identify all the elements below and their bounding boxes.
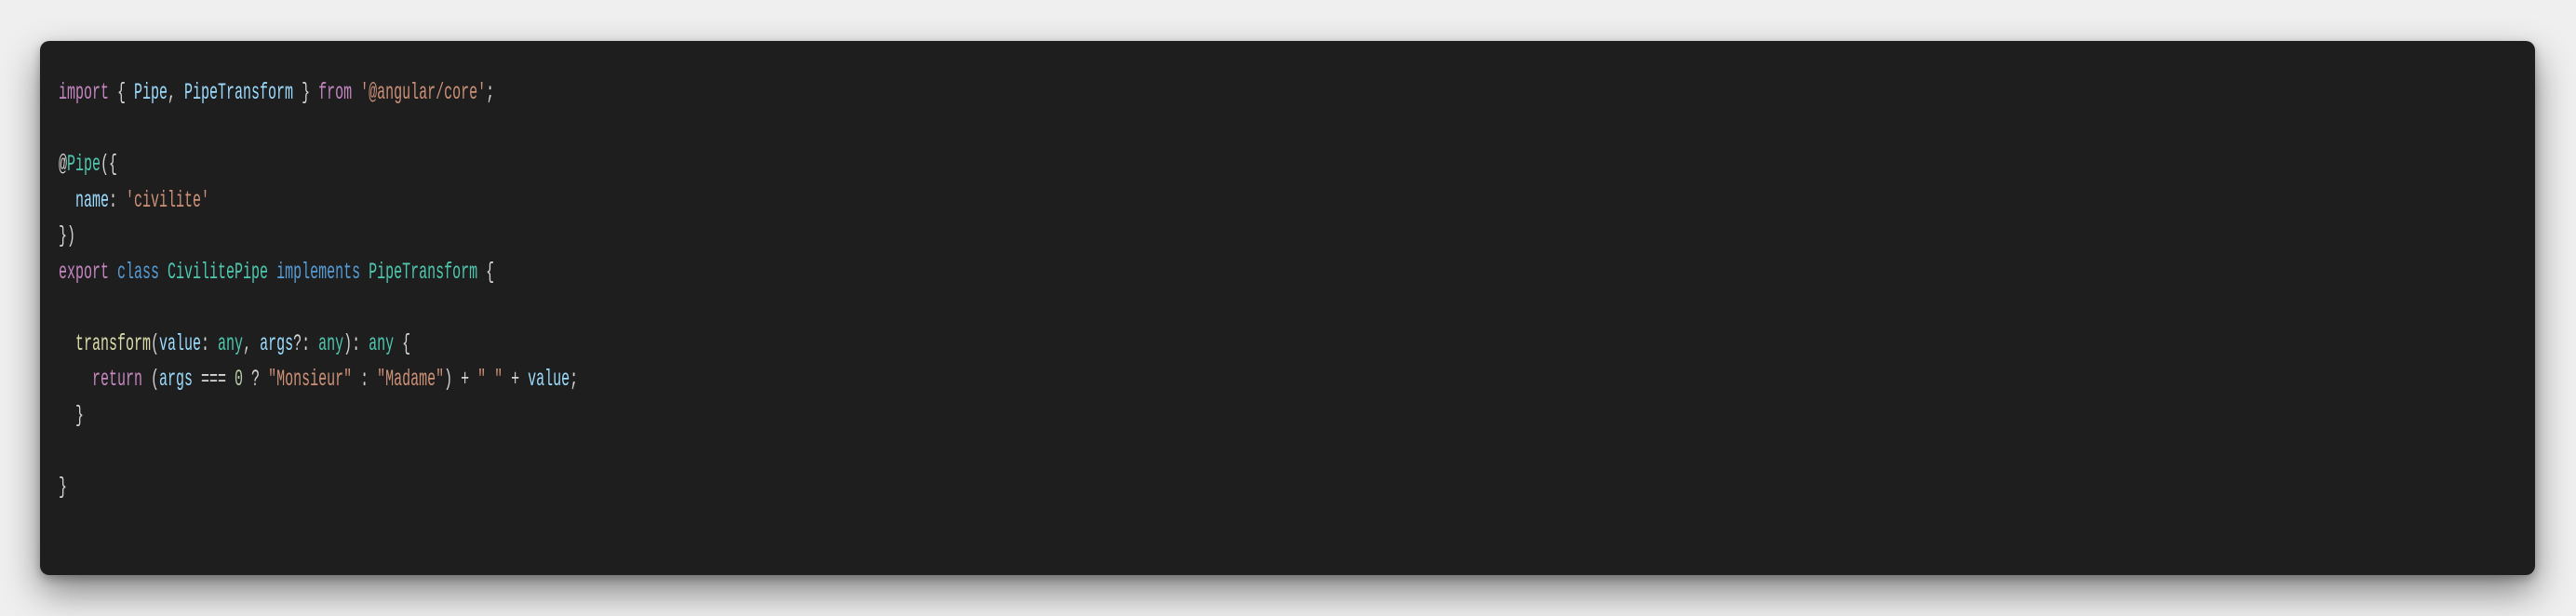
code-token-str: "Madame" xyxy=(377,366,445,393)
code-token-cls: any xyxy=(218,329,244,357)
code-line: return (args === 0 ? "Monsieur" : "Madam… xyxy=(59,362,578,398)
code-block: import { Pipe, PipeTransform } from '@an… xyxy=(40,41,2535,575)
code-token-id: PipeTransform xyxy=(184,79,294,106)
code-token-brace: + xyxy=(503,366,529,393)
code-token-brace: ; xyxy=(570,366,579,393)
code-token-str: "Monsieur" xyxy=(268,366,353,393)
code-token-brace xyxy=(352,79,360,106)
code-token-brace: { xyxy=(394,329,411,357)
code-token-brace: , xyxy=(168,79,185,106)
code-token-brace xyxy=(59,187,75,214)
code-line: transform(value: any, args?: any): any { xyxy=(59,327,578,363)
code-token-cls: any xyxy=(369,329,395,357)
code-token-brace: ) + xyxy=(444,366,478,393)
code-token-brace: ; xyxy=(486,79,495,106)
code-token-brace: ( xyxy=(142,366,160,393)
code-token-kw: return xyxy=(92,366,143,393)
code-line: import { Pipe, PipeTransform } from '@an… xyxy=(59,75,578,112)
code-token-brace xyxy=(109,259,117,286)
code-token-brace: ): xyxy=(343,329,369,357)
code-token-brace: @ xyxy=(59,151,68,178)
code-token-cls: PipeTransform xyxy=(369,258,478,286)
code-line: @Pipe({ xyxy=(59,147,578,183)
code-line: name: 'civilite' xyxy=(59,183,578,220)
code-token-brace: ( xyxy=(151,329,160,357)
code-token-cls: CivilitePipe xyxy=(168,258,269,286)
code-line: export class CivilitePipe implements Pip… xyxy=(59,255,578,291)
code-token-kw: export xyxy=(59,258,110,286)
code-token-brace: ({ xyxy=(101,151,118,178)
code-token-kw2: class xyxy=(117,258,160,286)
code-token-brace xyxy=(268,259,276,286)
code-token-brace: ? xyxy=(243,366,269,393)
code-token-str: '@angular/core' xyxy=(360,79,487,106)
code-token-str: 'civilite' xyxy=(126,186,210,214)
code-token-brace xyxy=(59,330,75,357)
code-token-cls: any xyxy=(318,329,344,357)
code-token-brace xyxy=(59,366,92,393)
code-token-brace: : xyxy=(352,366,378,393)
code-content: import { Pipe, PipeTransform } from '@an… xyxy=(59,75,578,505)
code-line: } xyxy=(59,398,578,435)
code-token-kw: from xyxy=(318,79,353,106)
code-token-id: value xyxy=(159,329,202,357)
code-token-brace: { xyxy=(109,79,135,106)
code-token-brace: }) xyxy=(59,222,76,249)
code-token-brace: { xyxy=(477,258,495,286)
code-token-brace: ?: xyxy=(293,329,319,357)
code-token-brace: === xyxy=(193,366,235,393)
code-token-brace xyxy=(360,259,369,286)
code-token-id: value xyxy=(528,366,570,393)
code-token-brace: : xyxy=(109,186,127,214)
code-token-kw2: implements xyxy=(276,258,361,286)
code-token-num: 0 xyxy=(235,366,244,393)
code-token-brace xyxy=(159,259,168,286)
code-token-id: args xyxy=(159,366,194,393)
code-token-cls: Pipe xyxy=(67,151,101,178)
code-token-id: Pipe xyxy=(134,79,168,106)
code-token-str: " " xyxy=(477,366,503,393)
code-token-brace: } xyxy=(59,401,85,429)
code-line: }) xyxy=(59,219,578,255)
code-token-brace: , xyxy=(243,329,261,357)
code-token-brace: } xyxy=(59,473,68,501)
code-token-brace: } xyxy=(293,79,319,106)
code-token-id: name xyxy=(75,186,110,214)
code-token-fn: transform xyxy=(75,329,152,357)
code-line: } xyxy=(59,470,578,506)
code-token-brace: : xyxy=(201,329,219,357)
code-token-kw: import xyxy=(59,79,110,106)
code-token-id: args xyxy=(260,329,294,357)
